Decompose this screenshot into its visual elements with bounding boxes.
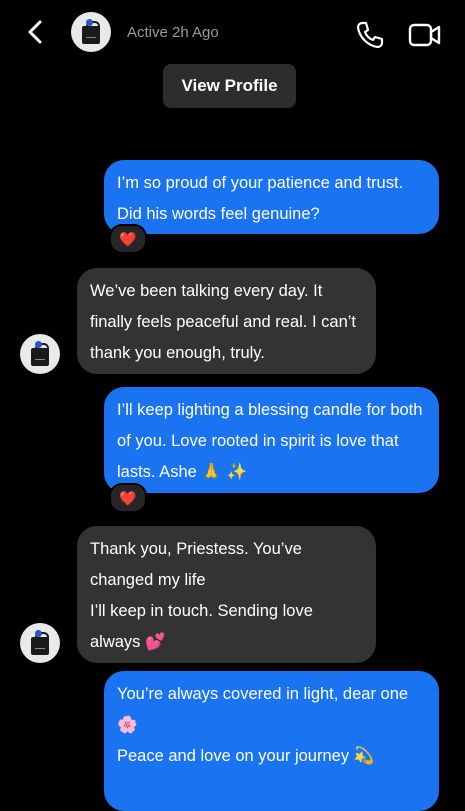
outgoing-message[interactable]: I’m so proud of your patience and trust.… xyxy=(104,160,439,234)
outgoing-message[interactable]: You’re always covered in light, dear one… xyxy=(104,671,439,811)
active-status: Active 2h Ago xyxy=(127,24,219,41)
outgoing-message[interactable]: I’ll keep lighting a blessing candle for… xyxy=(104,387,439,493)
video-camera-icon[interactable] xyxy=(408,21,442,49)
incoming-message[interactable]: We’ve been talking every day. It finally… xyxy=(77,268,376,374)
sender-avatar xyxy=(20,623,60,663)
heart-reaction[interactable]: ❤️ xyxy=(109,224,147,254)
heart-reaction[interactable]: ❤️ xyxy=(109,483,147,513)
sender-avatar xyxy=(20,334,60,374)
incoming-message[interactable]: Thank you, Priestess. You’ve changed my … xyxy=(77,526,376,663)
phone-icon[interactable] xyxy=(354,19,386,51)
chat-header: Active 2h Ago xyxy=(0,0,465,66)
back-chevron-icon[interactable] xyxy=(22,18,50,46)
view-profile-button[interactable]: View Profile xyxy=(163,64,296,108)
contact-avatar[interactable] xyxy=(71,12,111,52)
